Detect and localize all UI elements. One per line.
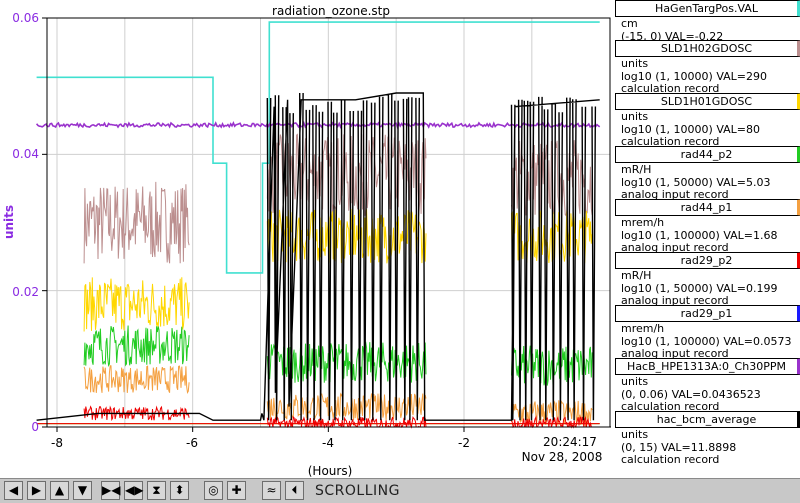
y-tick-label: 0.02	[12, 285, 39, 299]
toolbar: SCROLLING ◀ ▶ ▲ ▼ ▶◀ ◀▶ ⧗ ⬍ ◎ ✚ ≈ ⏴	[0, 478, 800, 503]
scroll-button[interactable]: ⏴	[285, 481, 304, 500]
legend-entry-detail: mrem/h	[621, 322, 665, 335]
strip-chart-plot[interactable]: radiation_ozone.stp 0.06 0.04 0.02 0 uni…	[0, 0, 611, 478]
legend-entry-detail: mR/H	[621, 163, 652, 176]
legend-entry-name[interactable]: rad29_p2	[615, 252, 800, 269]
y-tick-label: 0.04	[12, 147, 39, 161]
pan-left-button[interactable]: ◀	[4, 481, 23, 500]
pan-up-button[interactable]: ▲	[50, 481, 69, 500]
y-tick-label: 0.06	[12, 11, 39, 25]
y-axis-label: units	[2, 205, 16, 239]
legend-entry-detail: units	[621, 57, 649, 70]
legend-entry-name[interactable]: SLD1H01GDOSC	[615, 93, 800, 110]
legend-entry-detail: log10 (1, 100000) VAL=1.68	[621, 228, 778, 242]
pan-right-button[interactable]: ▶	[27, 481, 46, 500]
legend-entry-detail: mrem/h	[621, 216, 665, 229]
zoom-in-x-button[interactable]: ▶◀	[101, 481, 120, 500]
zoom-in-y-button[interactable]: ⧗	[147, 481, 166, 500]
stagger-button[interactable]: ≈	[262, 481, 281, 500]
legend-entry-detail: units	[621, 375, 649, 388]
x-tick-label: -4	[322, 436, 334, 450]
y-tick-label: 0	[31, 420, 39, 434]
legend-entry-detail: cm	[621, 17, 638, 30]
zoom-out-x-button[interactable]: ◀▶	[124, 481, 143, 500]
x-axis-label: (Hours)	[308, 464, 353, 478]
legend-entry-name[interactable]: HaGenTargPos.VAL	[615, 0, 800, 17]
legend-entry-name[interactable]: HacB_HPE1313A:0_Ch30PPM	[615, 358, 800, 375]
auto-scale-button[interactable]: ◎	[204, 481, 223, 500]
legend-entry-name[interactable]: rad29_p1	[615, 305, 800, 322]
legend-entry-detail: log10 (1, 50000) VAL=5.03	[621, 175, 771, 189]
zoom-out-y-button[interactable]: ⬍	[170, 481, 189, 500]
legend-entry-detail: log10 (1, 100000) VAL=0.0573	[621, 334, 792, 348]
legend-entry-detail: units	[621, 110, 649, 123]
legend-entry-name[interactable]: hac_bcm_average	[615, 411, 800, 428]
legend-entry-name[interactable]: SLD1H02GDOSC	[615, 40, 800, 57]
current-date: Nov 28, 2008	[522, 450, 603, 464]
legend-entry-detail: log10 (1, 50000) VAL=0.199	[621, 281, 778, 295]
x-tick-label: -2	[458, 436, 470, 450]
legend-entry-detail: calculation record	[621, 453, 720, 466]
legend-entry-name[interactable]: rad44_p2	[615, 146, 800, 163]
pan-down-button[interactable]: ▼	[73, 481, 92, 500]
legend-entry-detail: (0, 0.06) VAL=0.0436523	[621, 387, 761, 401]
current-time: 20:24:17	[543, 435, 597, 449]
legend-entry-detail: log10 (1, 10000) VAL=290	[621, 69, 768, 83]
legend-entry-name[interactable]: rad44_p1	[615, 199, 800, 216]
add-cursor-button[interactable]: ✚	[227, 481, 246, 500]
x-tick-label: -8	[51, 436, 63, 450]
legend-entry-detail: log10 (1, 10000) VAL=80	[621, 122, 761, 136]
scroll-status: SCROLLING	[315, 483, 400, 499]
legend-entry-detail: mR/H	[621, 269, 652, 282]
legend-entry-detail: (0, 15) VAL=11.8898	[621, 440, 737, 454]
legend-entry-detail: units	[621, 428, 649, 441]
legend-panel: HaGenTargPos.VAL cm (-15, 0) VAL=-0.22 SLD1…	[611, 0, 800, 478]
chart-title: radiation_ozone.stp	[272, 4, 390, 18]
x-tick-label: -6	[186, 436, 198, 450]
